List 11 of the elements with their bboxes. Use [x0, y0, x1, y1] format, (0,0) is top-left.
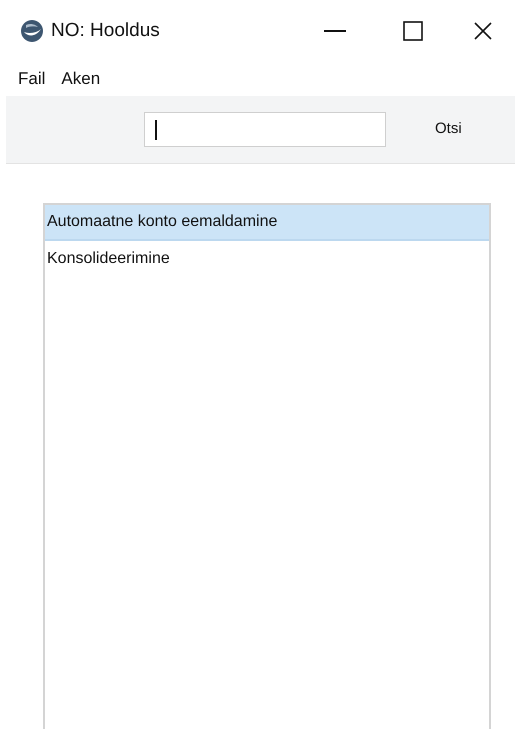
close-icon: [474, 22, 492, 40]
window-title: NO: Hooldus: [51, 18, 160, 43]
list-item[interactable]: Automaatne konto eemaldamine: [45, 205, 489, 241]
menu-item[interactable]: Fail: [18, 66, 46, 92]
app-logo-icon: [20, 19, 44, 43]
list-item[interactable]: Konsolideerimine: [45, 241, 489, 277]
search-button[interactable]: Otsi: [422, 112, 475, 147]
maximize-icon: [403, 21, 423, 41]
minimize-icon: [324, 30, 346, 32]
search-field[interactable]: [144, 112, 386, 147]
menu-item[interactable]: Aken: [61, 66, 100, 92]
